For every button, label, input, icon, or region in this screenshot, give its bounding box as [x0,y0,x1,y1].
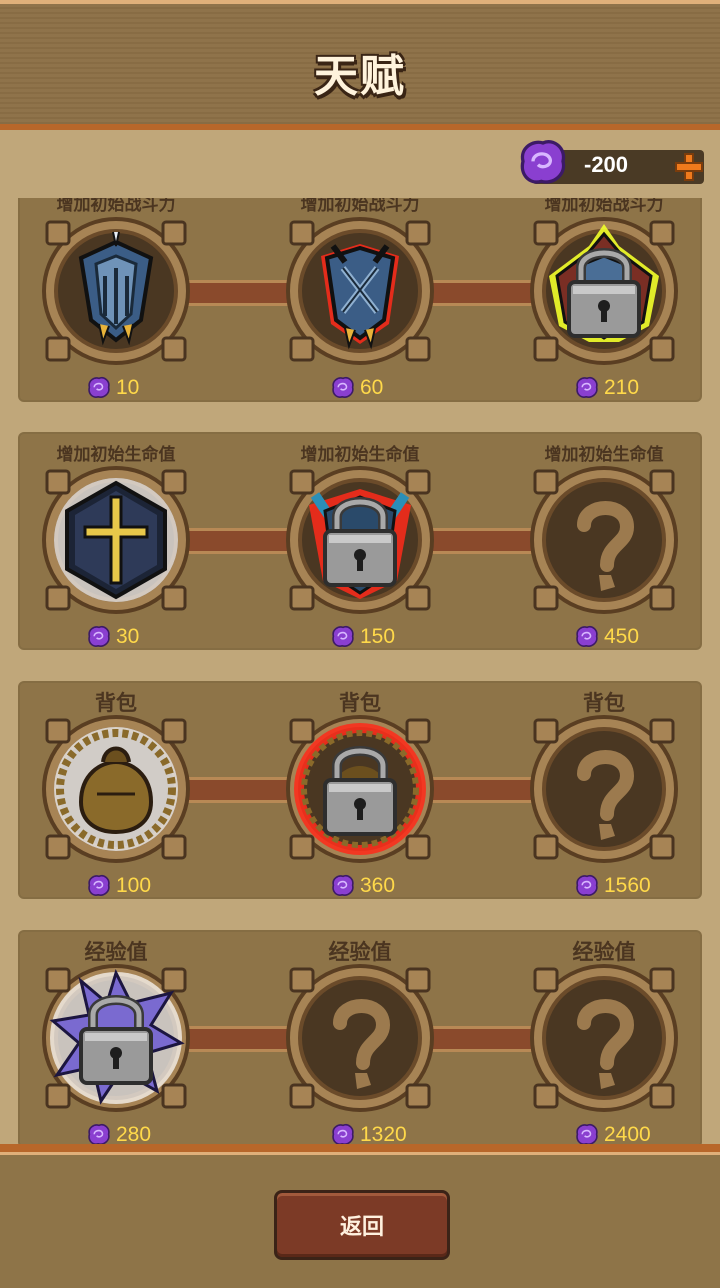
talent-cost: 60 [330,374,383,402]
talent-cost-value: 30 [116,625,140,648]
talent-list[interactable]: 增加初始战斗力 增加初始战斗力 增加初始战斗力 10 60 210 增加初始生命… [0,198,720,1144]
talent-cost-value: 1320 [360,1123,407,1144]
talent-label: 背包 [583,691,625,715]
purple-gem-icon [332,1123,354,1144]
talent-node-shield-blue[interactable] [41,216,191,366]
talent-cost: 1320 [330,1121,407,1144]
purple-gem-icon [88,376,110,398]
header-bar: 天赋 [0,0,720,130]
talent-label: 经验值 [328,940,392,964]
talent-node-locked-yellow[interactable] [529,216,679,366]
talent-node-locked-red[interactable] [285,465,435,615]
purple-gem-icon [576,874,598,896]
talent-node-locked-purple[interactable] [41,963,191,1113]
talent-cost: 360 [330,872,395,900]
talent-label: 经验值 [572,940,636,964]
talent-cost-value: 60 [360,376,384,399]
talent-cost-value: 150 [360,625,396,648]
talent-cost: 10 [86,374,139,402]
talent-cost-value: 360 [360,874,396,897]
currency-value: -200 [584,152,629,177]
talent-node-shield-red[interactable] [285,216,435,366]
talent-node-unknown[interactable] [529,714,679,864]
talent-cost-value: 100 [116,874,152,897]
talent-node-unknown[interactable] [529,465,679,615]
purple-gem-icon [332,376,354,398]
talent-cost-value: 210 [604,376,640,399]
purple-gem-icon [520,140,566,184]
talent-label: 经验值 [84,940,148,964]
back-button[interactable]: 返回 [274,1190,450,1260]
talent-cost-value: 450 [604,625,640,648]
talent-cost: 280 [86,1121,151,1144]
talent-node-backpack[interactable] [41,714,191,864]
talent-node-unknown[interactable] [529,963,679,1113]
talent-cost: 1560 [574,872,651,900]
purple-gem-icon [88,874,110,896]
talent-label: 增加初始生命值 [56,445,176,465]
talent-label: 增加初始生命值 [300,445,420,465]
talent-cost: 210 [574,374,639,402]
talent-cost: 150 [330,623,395,651]
talent-label: 增加初始战斗力 [56,198,176,215]
talent-cost-value: 1560 [604,874,651,897]
talent-cost-value: 2400 [604,1123,651,1144]
talent-label: 背包 [95,691,137,715]
talent-cost-value: 280 [116,1123,152,1144]
talent-label: 增加初始战斗力 [300,198,420,215]
page-title: 天赋 [314,51,406,102]
talent-cost-value: 10 [116,376,140,399]
talent-label: 增加初始生命值 [544,445,664,465]
plus-icon[interactable] [674,152,704,182]
purple-gem-icon [332,625,354,647]
purple-gem-icon [576,376,598,398]
purple-gem-icon [576,1123,598,1144]
talent-cost: 30 [86,623,139,651]
purple-gem-icon [88,625,110,647]
talent-label: 增加初始战斗力 [544,198,664,215]
talent-cost: 100 [86,872,151,900]
talent-cost: 450 [574,623,639,651]
purple-gem-icon [576,625,598,647]
talent-node-cross-hexagon[interactable] [41,465,191,615]
purple-gem-icon [88,1123,110,1144]
talent-node-unknown[interactable] [285,963,435,1113]
talent-node-locked-backpack[interactable] [285,714,435,864]
talent-cost: 2400 [574,1121,651,1144]
talent-label: 背包 [339,691,381,715]
purple-gem-icon [332,874,354,896]
